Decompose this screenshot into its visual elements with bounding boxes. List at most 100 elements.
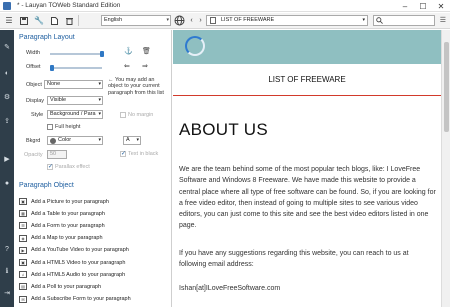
width-slider-track[interactable] — [50, 53, 102, 55]
object-list-label: Add a HTML5 Video to your paragraph — [31, 259, 126, 266]
options-icon[interactable]: ☰ — [440, 16, 446, 24]
style-select[interactable]: Background / Para ▾ — [47, 110, 103, 119]
object-list-item[interactable]: ♫ Add a HTML5 Audio to your paragraph — [19, 270, 125, 279]
object-label: Object — [26, 82, 42, 88]
object-list-item[interactable]: ☰ Add a Form to your paragraph — [19, 221, 105, 230]
text-in-black-label: Text in black — [128, 151, 159, 157]
object-select[interactable]: None ▾ — [44, 80, 103, 89]
font-size-select[interactable]: A ▾ — [123, 136, 141, 145]
parallax-checkbox[interactable] — [47, 163, 53, 170]
arrow-left-icon: ← — [108, 77, 115, 83]
object-list-item[interactable]: ✉ Add a Subscribe Form to your paragraph — [19, 295, 131, 304]
search-input[interactable] — [373, 15, 435, 26]
paragraph-object-title: Paragraph Object — [19, 182, 74, 189]
chevron-down-icon: ▾ — [98, 111, 101, 117]
object-list-label: Add a Map to your paragraph — [31, 235, 103, 242]
preview-scrollbar[interactable] — [441, 30, 450, 307]
page-select-value: LIST OF FREEWARE — [221, 17, 275, 23]
opacity-label: Opacity — [24, 152, 43, 158]
main-toolbar: ☰ 🔧 English ▾ ‹ › LIST OF FREEWARE ▾ ☰ — [0, 13, 450, 29]
page-select[interactable]: LIST OF FREEWARE ▾ — [206, 15, 368, 26]
site-banner — [173, 30, 441, 64]
display-value: Visible — [50, 97, 67, 103]
object-hint: ← You may add an object to your current … — [108, 77, 170, 96]
object-list-item[interactable]: ▤ Add a Poll to your paragraph — [19, 282, 101, 291]
minimize-button[interactable]: – — [396, 0, 414, 12]
back-arrow-icon[interactable]: ‹ — [187, 15, 196, 26]
close-button[interactable]: ✕ — [432, 0, 450, 12]
poll-icon: ▤ — [19, 283, 27, 291]
object-hint-text: You may add an object to your current pa… — [108, 77, 164, 96]
toolbar-divider — [78, 15, 79, 26]
page-icon[interactable] — [48, 15, 60, 27]
object-list-label: Add a Table to your paragraph — [31, 210, 105, 217]
globe-icon[interactable] — [174, 15, 185, 26]
maximize-button[interactable]: ☐ — [414, 0, 432, 12]
search-icon — [376, 17, 383, 24]
object-list-item[interactable]: ▣ Add a HTML5 Video to your paragraph — [19, 258, 125, 267]
object-value: None — [47, 81, 61, 87]
app-icon — [3, 1, 11, 10]
site-header: LIST OF FREEWARE — [173, 64, 441, 96]
opacity-input[interactable]: 50 — [47, 150, 67, 159]
stop-icon[interactable]: ● — [2, 178, 12, 188]
delete-icon[interactable]: 🗑 — [142, 47, 151, 55]
play-icon[interactable]: ▶ — [2, 154, 12, 164]
help-icon[interactable]: ? — [2, 244, 12, 254]
title-bar: * - Lauyan TOWeb Standard Edition – ☐ ✕ — [0, 0, 450, 12]
text-in-black-checkbox[interactable] — [120, 150, 126, 157]
chevron-down-icon: ▾ — [136, 137, 139, 143]
page-heading: ABOUT US — [179, 120, 268, 139]
suggestion-paragraph: If you have any suggestions regarding th… — [179, 250, 409, 269]
picture-icon: ▣ — [19, 198, 27, 205]
language-value: English — [104, 17, 123, 23]
bkgrd-select[interactable]: Color ▾ — [47, 136, 103, 145]
language-select[interactable]: English ▾ — [101, 15, 171, 26]
settings-icon[interactable]: ⚙ — [2, 92, 12, 102]
forward-arrow-icon[interactable]: › — [196, 15, 205, 26]
full-height-label: Full height — [55, 124, 81, 130]
object-list-label: Add a HTML5 Audio to your paragraph — [31, 271, 126, 278]
object-list-label: Add a YouTube Video to your paragraph — [31, 247, 129, 254]
offset-slider-handle[interactable] — [50, 65, 54, 71]
anchor-icon[interactable]: ⚓ — [124, 47, 133, 55]
arrow-right-icon[interactable]: ⇒ — [142, 62, 148, 70]
info-icon[interactable]: ℹ — [2, 266, 12, 276]
object-list-item[interactable]: ▦ Add a Table to your paragraph — [19, 209, 105, 218]
arrow-left-icon[interactable]: ⇐ — [124, 62, 130, 70]
save-icon[interactable] — [18, 15, 30, 27]
exit-icon[interactable]: ⇥ — [2, 288, 12, 298]
table-icon: ▦ — [19, 210, 27, 218]
chevron-down-icon: ▾ — [362, 17, 365, 23]
parallax-label: Parallax effect — [55, 164, 90, 170]
style-label: Style — [31, 112, 44, 118]
html5-video-icon: ▣ — [19, 259, 27, 266]
object-list-item[interactable]: ▣ Add a Picture to your paragraph — [19, 197, 109, 206]
object-list-item[interactable]: ▶ Add a YouTube Video to your paragraph — [19, 246, 129, 255]
offset-label: Offset — [26, 64, 41, 70]
window-title: * - Lauyan TOWeb Standard Edition — [17, 2, 121, 9]
full-height-checkbox[interactable] — [47, 124, 53, 130]
vertical-sidebar: ✎ ◐ ⚙ ⇪ ▶ ● ? ℹ ⇥ — [0, 30, 14, 307]
palette-icon[interactable]: ◐ — [2, 68, 12, 78]
display-select[interactable]: Visible ▾ — [47, 96, 103, 105]
trash-icon[interactable] — [63, 15, 75, 27]
contact-email: Ishan[at]ILoveFreeSoftware.com — [179, 285, 281, 292]
no-margin-checkbox[interactable] — [120, 112, 126, 118]
menu-icon[interactable]: ☰ — [3, 15, 15, 27]
chevron-down-icon: ▾ — [98, 137, 101, 143]
map-icon: ◈ — [19, 234, 27, 242]
style-value: Background / Para — [50, 111, 96, 117]
scrollbar-thumb[interactable] — [444, 42, 449, 132]
width-slider-handle[interactable] — [100, 51, 104, 57]
edit-icon[interactable]: ✎ — [2, 42, 12, 52]
object-list-label: Add a Form to your paragraph — [31, 222, 105, 229]
no-margin-label: No margin — [128, 112, 154, 118]
upload-icon[interactable]: ⇪ — [2, 116, 12, 126]
paragraph-layout-title: Paragraph Layout — [19, 34, 75, 41]
object-list-item[interactable]: ◈ Add a Map to your paragraph — [19, 234, 103, 243]
loading-spinner-icon — [185, 36, 205, 56]
site-title: LIST OF FREEWARE — [268, 75, 346, 84]
wrench-icon[interactable]: 🔧 — [33, 15, 45, 27]
offset-slider-track[interactable] — [50, 67, 102, 69]
